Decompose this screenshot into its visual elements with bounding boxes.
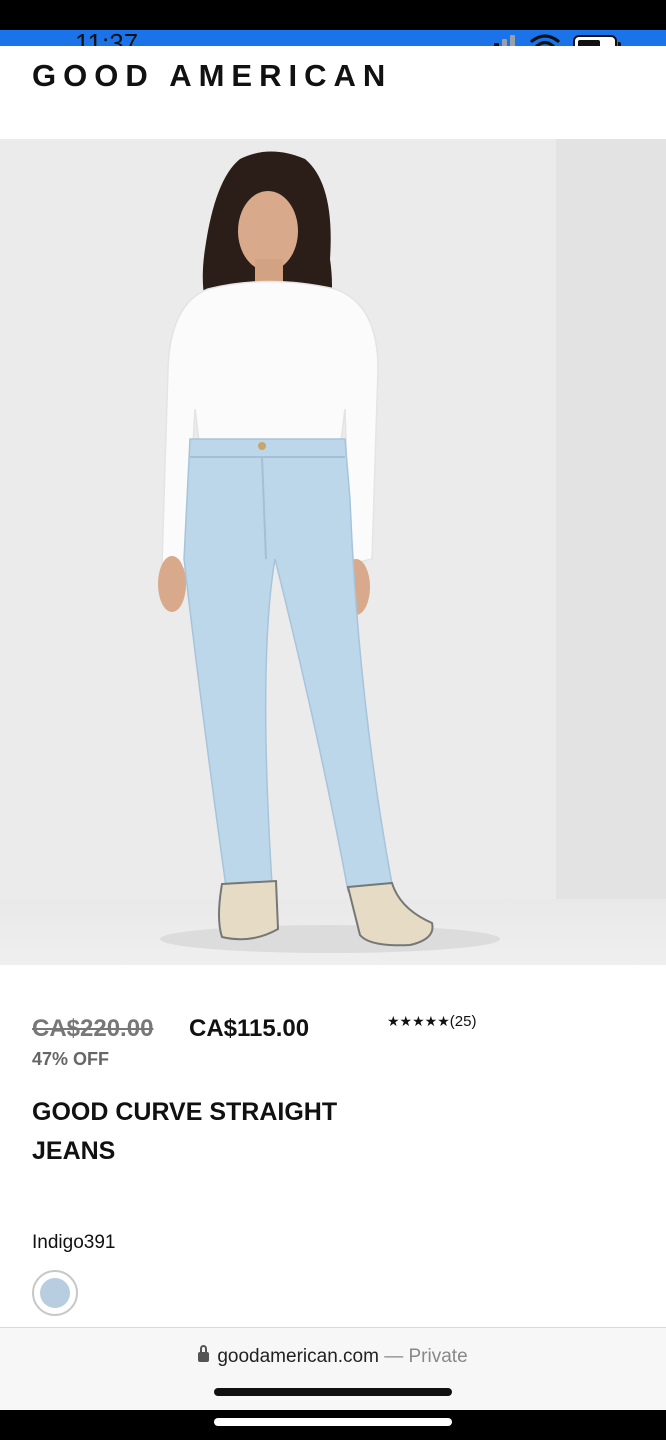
url-domain: goodamerican.com xyxy=(217,1346,379,1367)
product-info: CA$220.00 CA$115.00 47% OFF ★★★★★(25) GO… xyxy=(0,965,666,1327)
color-swatch-fill xyxy=(40,1278,70,1308)
original-price: CA$220.00 xyxy=(32,1015,154,1042)
home-indicator[interactable] xyxy=(214,1388,452,1396)
status-bar: 11:37 xyxy=(0,0,666,58)
rating-stars-icon: ★★★★★ xyxy=(387,1014,450,1030)
url-display[interactable]: goodamerican.com — Private xyxy=(0,1345,666,1368)
bottom-safe-area xyxy=(0,1410,666,1440)
private-mode-label: Private xyxy=(408,1346,468,1367)
color-name: Indigo391 xyxy=(32,1232,116,1253)
rating-count: (25) xyxy=(449,1013,477,1030)
rating[interactable]: ★★★★★(25) xyxy=(387,1013,476,1030)
discount-label: 47% OFF xyxy=(32,1049,110,1069)
browser-address-bar[interactable]: goodamerican.com — Private xyxy=(0,1327,666,1410)
lock-icon xyxy=(198,1345,210,1362)
sale-price: CA$115.00 xyxy=(189,1015,310,1042)
url-separator: — xyxy=(384,1346,404,1367)
home-indicator-bar xyxy=(214,1418,452,1426)
product-title: GOOD CURVE STRAIGHT JEANS xyxy=(32,1098,338,1165)
color-swatch[interactable] xyxy=(32,1270,78,1316)
model-figure xyxy=(158,151,500,953)
brand-logo[interactable]: GOOD AMERICAN xyxy=(32,58,392,94)
site-header: GOOD AMERICAN xyxy=(0,46,666,138)
product-image[interactable] xyxy=(0,139,666,965)
